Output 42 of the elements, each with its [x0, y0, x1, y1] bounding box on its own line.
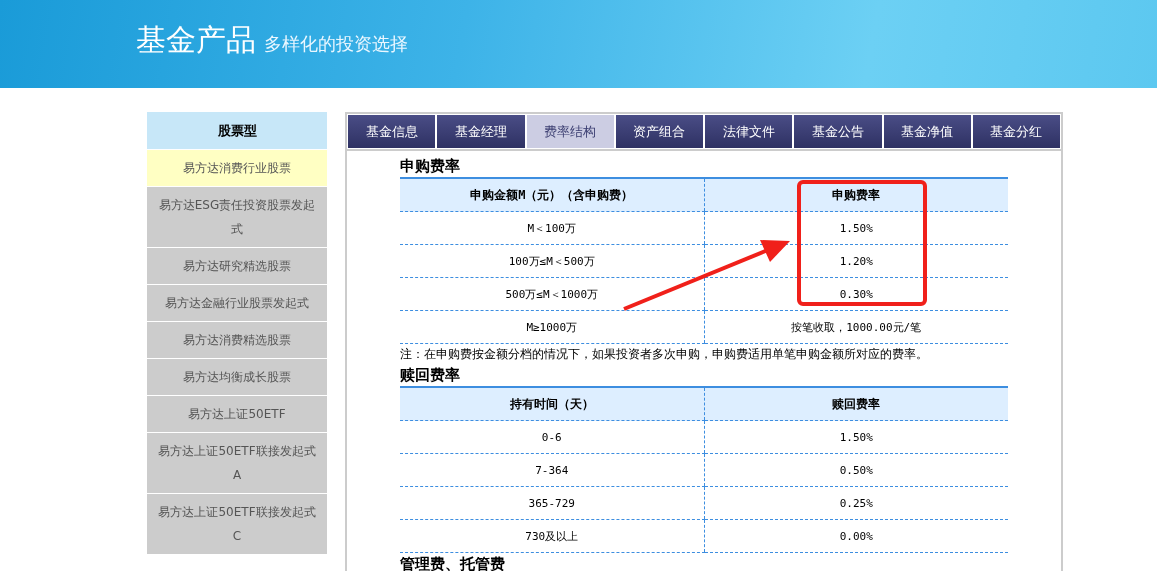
tab[interactable]: 基金公告: [794, 115, 882, 148]
table-cell: M＜100万: [400, 211, 704, 245]
banner-subtitle: 多样化的投资选择: [264, 31, 408, 56]
table-cell: 100万≤M＜500万: [400, 244, 704, 278]
tab[interactable]: 基金净值: [883, 115, 971, 148]
sidebar-item[interactable]: 易方达金融行业股票发起式: [147, 285, 327, 321]
section-title: 管理费、托管费: [400, 554, 506, 571]
sidebar-item[interactable]: 易方达上证50ETF: [147, 396, 327, 432]
sidebar-item[interactable]: 易方达消费精选股票: [147, 322, 327, 358]
sidebar-item[interactable]: 易方达ESG责任投资股票发起式: [147, 187, 327, 247]
table-cell: 0.25%: [704, 486, 1008, 520]
banner-title: 基金产品: [136, 20, 256, 59]
table-cell: 0.50%: [704, 453, 1008, 487]
table-cell: M≥1000万: [400, 310, 704, 344]
sidebar-item[interactable]: 易方达均衡成长股票: [147, 359, 327, 395]
table-cell: 0-6: [400, 420, 704, 454]
column-header: 申购费率: [704, 178, 1008, 212]
table-cell: 365-729: [400, 486, 704, 520]
tab[interactable]: 费率结构: [526, 115, 614, 148]
table-cell: 500万≤M＜1000万: [400, 277, 704, 311]
tab[interactable]: 资产组合: [615, 115, 703, 148]
section-title: 赎回费率: [400, 365, 461, 386]
note-text: 注：在申购费按金额分档的情况下，如果投资者多次申购，申购费适用单笔申购金额所对应的费率。: [400, 346, 929, 363]
sidebar-item[interactable]: 易方达上证50ETF联接发起式A: [147, 433, 327, 493]
table-cell: 0.00%: [704, 519, 1008, 553]
sidebar-item[interactable]: 易方达研究精选股票: [147, 248, 327, 284]
tab[interactable]: 基金分红: [972, 115, 1060, 148]
table-cell: 1.50%: [704, 420, 1008, 454]
table-cell: 0.30%: [704, 277, 1008, 311]
tab[interactable]: 基金信息: [348, 115, 436, 148]
sidebar-item[interactable]: 易方达上证50ETF联接发起式C: [147, 494, 327, 554]
tab[interactable]: 基金经理: [437, 115, 525, 148]
column-header: 持有时间（天）: [400, 387, 704, 421]
column-header: 赎回费率: [704, 387, 1008, 421]
table-cell: 730及以上: [400, 519, 704, 553]
tab[interactable]: 法律文件: [705, 115, 793, 148]
table-cell: 按笔收取，1000.00元/笔: [704, 310, 1008, 344]
table-cell: 7-364: [400, 453, 704, 487]
sidebar-item[interactable]: 易方达消费行业股票: [147, 150, 327, 186]
sidebar-heading: 股票型: [147, 112, 327, 149]
column-header: 申购金额M（元）（含申购费）: [400, 178, 704, 212]
section-title: 申购费率: [400, 156, 461, 177]
